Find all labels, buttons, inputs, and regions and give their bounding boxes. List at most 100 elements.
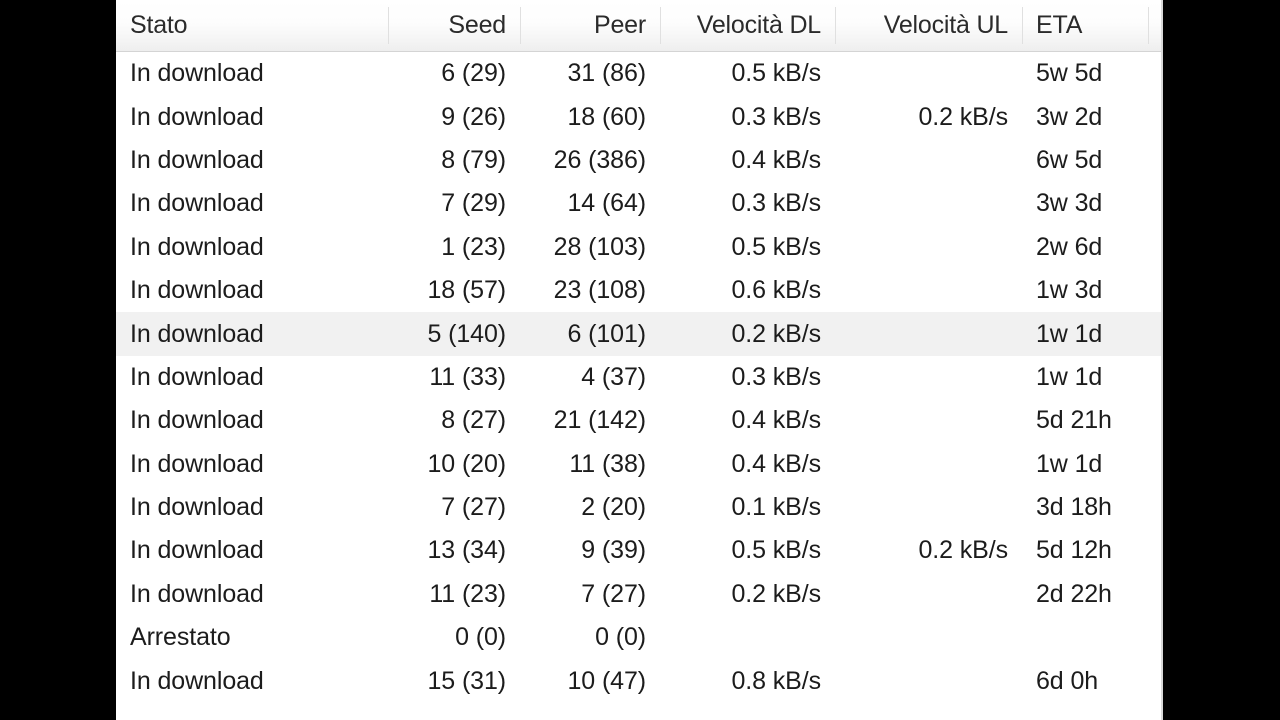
cell-peer: 21 (142) bbox=[553, 406, 646, 435]
cell-dl: 0.3 kB/s bbox=[731, 362, 821, 391]
cell-filler bbox=[1148, 486, 1161, 529]
cell-stato: In download bbox=[130, 666, 264, 695]
table-row[interactable]: In download 9 (26) 18 (60) 0.3 kB/s 0.2 kB/s… bbox=[116, 95, 1161, 139]
cell-stato: In download bbox=[130, 536, 264, 565]
cell-seed: 15 (31) bbox=[427, 666, 506, 695]
cell-filler bbox=[1148, 399, 1161, 442]
table-row[interactable]: In download 11 (23) 7 (27) 0.2 kB/s 2d 22h bbox=[116, 572, 1161, 617]
cell-stato: In download bbox=[130, 189, 264, 218]
cell-dl: 0.2 kB/s bbox=[731, 579, 821, 608]
cell-filler bbox=[1148, 616, 1161, 659]
cell-stato: In download bbox=[130, 406, 264, 435]
cell-ul bbox=[835, 356, 1022, 399]
table-row[interactable]: In download 5 (140) 6 (101) 0.2 kB/s 1w 1d bbox=[116, 312, 1161, 356]
cell-ul bbox=[835, 139, 1022, 182]
cell-dl: 0.3 kB/s bbox=[731, 189, 821, 218]
cell-dl: 0.1 kB/s bbox=[731, 493, 821, 522]
cell-ul bbox=[835, 269, 1022, 312]
cell-ul bbox=[835, 573, 1022, 616]
column-header-stato[interactable]: Stato bbox=[116, 0, 388, 51]
cell-ul bbox=[835, 52, 1022, 95]
table-row[interactable]: In download 8 (79) 26 (386) 0.4 kB/s 6w 5d bbox=[116, 138, 1161, 183]
table-row[interactable]: In download 8 (27) 21 (142) 0.4 kB/s 5d 21h bbox=[116, 399, 1161, 443]
cell-ul bbox=[835, 399, 1022, 442]
cell-ul: 0.2 kB/s bbox=[918, 102, 1008, 131]
table-row[interactable]: In download 18 (57) 23 (108) 0.6 kB/s 1w 3d bbox=[116, 268, 1161, 313]
cell-peer: 28 (103) bbox=[553, 232, 646, 261]
cell-peer: 23 (108) bbox=[553, 276, 646, 305]
cell-peer: 11 (38) bbox=[569, 449, 646, 478]
cell-dl: 0.5 kB/s bbox=[731, 232, 821, 261]
cell-dl: 0.3 kB/s bbox=[731, 102, 821, 131]
cell-seed: 13 (34) bbox=[427, 536, 506, 565]
cell-eta: 3d 18h bbox=[1036, 493, 1112, 522]
cell-peer: 2 (20) bbox=[581, 493, 646, 522]
cell-eta: 6w 5d bbox=[1036, 145, 1103, 174]
cell-eta: 2d 22h bbox=[1036, 579, 1112, 608]
cell-peer: 4 (37) bbox=[581, 362, 646, 391]
cell-stato: In download bbox=[130, 319, 264, 348]
letterbox-bar-right bbox=[1165, 0, 1280, 720]
table-row[interactable]: In download 7 (27) 2 (20) 0.1 kB/s 3d 18h bbox=[116, 485, 1161, 530]
cell-filler bbox=[1148, 529, 1161, 572]
cell-stato: In download bbox=[130, 232, 264, 261]
cell-filler bbox=[1148, 95, 1161, 138]
cell-peer: 7 (27) bbox=[581, 579, 646, 608]
cell-dl: 0.4 kB/s bbox=[731, 449, 821, 478]
cell-peer: 31 (86) bbox=[567, 59, 646, 88]
column-header-eta[interactable]: ETA bbox=[1022, 0, 1148, 51]
cell-peer: 9 (39) bbox=[581, 536, 646, 565]
cell-eta: 5w 5d bbox=[1036, 59, 1103, 88]
cell-seed: 11 (33) bbox=[429, 362, 506, 391]
cell-ul bbox=[835, 443, 1022, 486]
cell-dl: 0.5 kB/s bbox=[731, 536, 821, 565]
cell-seed: 8 (79) bbox=[441, 145, 506, 174]
cell-filler bbox=[1148, 356, 1161, 399]
column-header-velocita-dl[interactable]: Velocità DL bbox=[660, 0, 835, 51]
table-row[interactable]: In download 10 (20) 11 (38) 0.4 kB/s 1w 1d bbox=[116, 442, 1161, 486]
letterbox-bar-left bbox=[0, 0, 116, 720]
cell-peer: 14 (64) bbox=[567, 189, 646, 218]
cell-seed: 5 (140) bbox=[427, 319, 506, 348]
cell-ul bbox=[835, 616, 1022, 659]
cell-seed: 0 (0) bbox=[455, 623, 506, 652]
cell-seed: 11 (23) bbox=[429, 579, 506, 608]
cell-filler bbox=[1148, 139, 1161, 182]
cell-seed: 7 (29) bbox=[441, 189, 506, 218]
table-row[interactable]: In download 11 (33) 4 (37) 0.3 kB/s 1w 1d bbox=[116, 355, 1161, 400]
cell-stato: In download bbox=[130, 276, 264, 305]
table-row[interactable]: In download 6 (29) 31 (86) 0.5 kB/s 5w 5d bbox=[116, 52, 1161, 96]
table-row[interactable]: In download 7 (29) 14 (64) 0.3 kB/s 3w 3d bbox=[116, 182, 1161, 226]
cell-seed: 6 (29) bbox=[441, 59, 506, 88]
cell-stato: In download bbox=[130, 59, 264, 88]
cell-ul bbox=[835, 182, 1022, 225]
cell-dl: 0.5 kB/s bbox=[731, 59, 821, 88]
cell-dl: 0.2 kB/s bbox=[731, 319, 821, 348]
cell-peer: 6 (101) bbox=[567, 319, 646, 348]
cell-eta: 5d 21h bbox=[1036, 406, 1112, 435]
cell-stato: In download bbox=[130, 145, 264, 174]
cell-peer: 10 (47) bbox=[567, 666, 646, 695]
column-header-seed[interactable]: Seed bbox=[388, 0, 520, 51]
cell-filler bbox=[1148, 182, 1161, 225]
cell-eta: 1w 3d bbox=[1036, 276, 1103, 305]
cell-filler bbox=[1148, 226, 1161, 269]
column-header-peer-label: Peer bbox=[593, 11, 646, 39]
table-row[interactable]: In download 1 (23) 28 (103) 0.5 kB/s 2w 6d bbox=[116, 225, 1161, 269]
screen: Stato Seed Peer Velocità DL Velocità UL … bbox=[0, 0, 1280, 720]
column-header-seed-label: Seed bbox=[448, 11, 506, 39]
table-row[interactable]: In download 15 (31) 10 (47) 0.8 kB/s 6d 0h bbox=[116, 659, 1161, 703]
cell-stato: In download bbox=[130, 579, 264, 608]
column-header-peer[interactable]: Peer bbox=[520, 0, 660, 51]
cell-eta: 2w 6d bbox=[1036, 232, 1103, 261]
column-header-velocita-dl-label: Velocità DL bbox=[696, 11, 821, 39]
table-row[interactable]: Arrestato 0 (0) 0 (0) bbox=[116, 616, 1161, 660]
cell-seed: 7 (27) bbox=[441, 493, 506, 522]
cell-peer: 0 (0) bbox=[595, 623, 646, 652]
cell-peer: 18 (60) bbox=[567, 102, 646, 131]
cell-eta: 1w 1d bbox=[1036, 362, 1103, 391]
cell-filler bbox=[1148, 52, 1161, 95]
table-row[interactable]: In download 13 (34) 9 (39) 0.5 kB/s 0.2 kB/s… bbox=[116, 529, 1161, 573]
column-header-velocita-ul[interactable]: Velocità UL bbox=[835, 0, 1022, 51]
cell-ul: 0.2 kB/s bbox=[918, 536, 1008, 565]
